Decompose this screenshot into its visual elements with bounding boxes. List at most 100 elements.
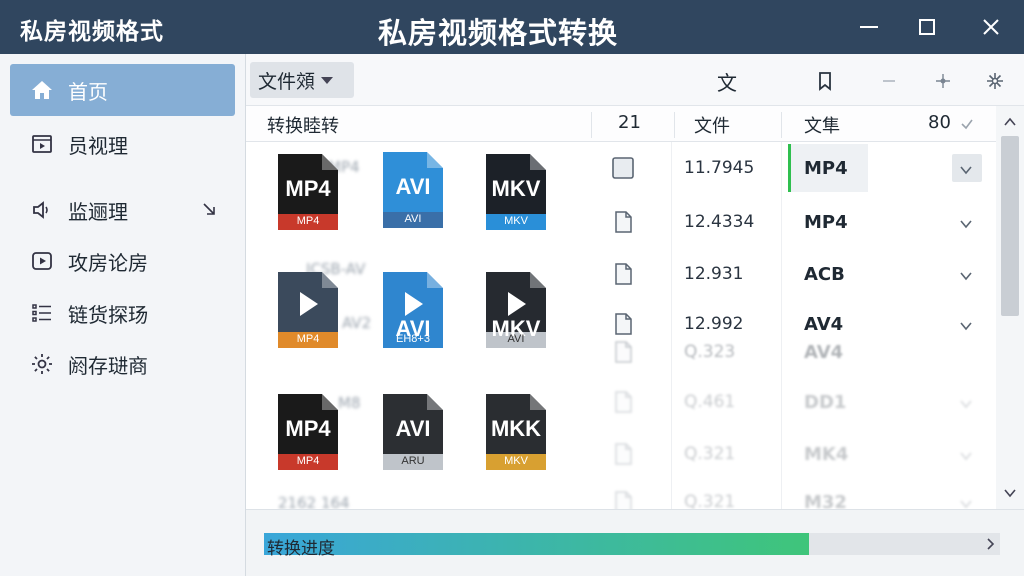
maximize-icon xyxy=(919,19,935,35)
avi-file-icon[interactable]: AVI AVI xyxy=(381,150,445,230)
sidebar-item-label: 链货探玚 xyxy=(68,302,148,327)
expand-arrow-icon xyxy=(203,203,215,215)
row-format[interactable]: AV4 xyxy=(804,314,843,335)
column-extra[interactable]: 80 xyxy=(928,112,951,133)
mp4-file-icon[interactable]: MP4 MP4 xyxy=(276,152,340,232)
maximize-button[interactable] xyxy=(910,10,944,44)
mp4-file-icon[interactable]: MP4 MP4 xyxy=(276,392,340,472)
file-format-label: AVI xyxy=(395,416,431,441)
chevron-down-icon[interactable] xyxy=(958,318,974,334)
column-format[interactable]: 文隼 xyxy=(804,112,840,138)
row-format[interactable]: M32 xyxy=(804,492,847,509)
row-value: Q.321 xyxy=(684,492,736,509)
chevron-down-icon[interactable] xyxy=(958,162,974,178)
row-value: Q.321 xyxy=(684,444,736,464)
row-value: 12.931 xyxy=(684,264,744,284)
check-icon xyxy=(961,119,973,130)
doc-icon[interactable] xyxy=(611,390,635,414)
mkv-video-icon[interactable]: MKV AVI xyxy=(484,270,548,350)
close-button[interactable] xyxy=(974,10,1008,44)
file-list: MP4 JCSB-AV AV2 M8 2162 164 MP4 MP4 AVI AV… xyxy=(246,142,996,509)
row-format[interactable]: DD1 xyxy=(804,392,846,413)
settings-button[interactable] xyxy=(978,64,1012,98)
row-value: Q.323 xyxy=(684,342,736,362)
column-separator xyxy=(674,112,675,138)
mkk-file-icon[interactable]: MKK MKV xyxy=(484,392,548,472)
scroll-up-icon[interactable] xyxy=(1002,114,1018,130)
sparkle-icon xyxy=(936,74,950,88)
sidebar-item-label: 监逦理 xyxy=(68,199,128,224)
scrollbar[interactable] xyxy=(996,106,1024,509)
chevron-down-icon[interactable] xyxy=(958,496,974,509)
row-format[interactable]: ACB xyxy=(804,264,845,285)
row-value: 12.992 xyxy=(684,314,744,334)
chevron-down-icon[interactable] xyxy=(958,396,974,412)
dropdown-label: 文件頝 xyxy=(258,70,316,93)
video-file-icon xyxy=(30,132,54,156)
minus-button[interactable] xyxy=(872,64,906,98)
chevron-down-icon[interactable] xyxy=(958,268,974,284)
chevron-down-icon xyxy=(321,76,334,84)
sidebar-item-settings[interactable]: 阏存琎商 xyxy=(10,338,235,390)
window-title: 私房视频格式转换 xyxy=(378,16,619,50)
sidebar-item-label: 首页 xyxy=(68,79,108,104)
sidebar-item-play[interactable]: 攻房论房 xyxy=(10,235,235,287)
sidebar-item-audio[interactable]: 监逦理 xyxy=(10,184,235,236)
sidebar-item-home[interactable]: 首页 xyxy=(10,64,235,116)
column-file[interactable]: 文件 xyxy=(694,112,730,138)
progress-label: 转换进度 xyxy=(267,539,335,559)
row-format[interactable]: MK4 xyxy=(804,444,848,465)
row-format[interactable]: AV4 xyxy=(804,342,843,363)
row-checkbox[interactable] xyxy=(611,156,635,180)
file-format-label: MP4 xyxy=(285,416,331,441)
column-count[interactable]: 21 xyxy=(618,112,641,133)
row-format[interactable]: MP4 xyxy=(804,212,848,233)
sparkle-button[interactable] xyxy=(926,64,960,98)
progress-bar: 转换进度 xyxy=(264,533,1000,559)
minus-icon xyxy=(883,80,895,82)
toolbar: 文件頝 文 xyxy=(246,54,1024,106)
chevron-down-icon[interactable] xyxy=(958,216,974,232)
mkv-file-icon[interactable]: MKV MKV xyxy=(484,152,548,232)
avi-video-icon[interactable]: AVI EH8+3 xyxy=(381,270,445,350)
file-dropdown[interactable]: 文件頝 xyxy=(250,62,354,98)
minimize-button[interactable] xyxy=(852,10,886,44)
scroll-down-icon[interactable] xyxy=(1002,485,1018,501)
file-format-label: MKV xyxy=(491,176,541,201)
column-convert[interactable]: 转换睦转 xyxy=(267,112,339,138)
sidebar-item-video[interactable]: 员视理 xyxy=(10,118,235,170)
file-sub-label: AVI xyxy=(404,213,422,225)
play-icon xyxy=(30,249,54,273)
column-separator xyxy=(781,112,782,138)
progress-area: 转换进度 xyxy=(246,509,1024,576)
chevron-down-icon[interactable] xyxy=(958,448,974,464)
scrollbar-thumb[interactable] xyxy=(1001,136,1019,316)
doc-icon[interactable] xyxy=(611,340,635,364)
ghost-label: AV2 xyxy=(342,314,372,332)
file-sub-label: MP4 xyxy=(296,455,320,467)
sidebar-item-label: 攻房论房 xyxy=(68,250,148,275)
file-sub-label: MP4 xyxy=(296,215,320,227)
bookmark-button[interactable] xyxy=(808,64,842,98)
chevron-right-icon[interactable] xyxy=(982,536,998,552)
avi-file-icon[interactable]: AVI ARU xyxy=(381,392,445,472)
doc-icon[interactable] xyxy=(611,442,635,466)
row-value: Q.461 xyxy=(684,392,736,412)
ghost-label: M8 xyxy=(338,394,361,412)
doc-icon[interactable] xyxy=(611,312,635,336)
sidebar-item-list[interactable]: 链货探玚 xyxy=(10,287,235,339)
file-format-label: MKK xyxy=(490,416,542,441)
text-button[interactable]: 文 xyxy=(710,64,744,98)
row-format[interactable]: MP4 xyxy=(804,158,848,179)
mp4-video-icon[interactable]: MP4 xyxy=(276,270,340,350)
doc-icon[interactable] xyxy=(611,210,635,234)
minimize-icon xyxy=(860,26,878,28)
row-value: 11.7945 xyxy=(684,158,755,178)
row-value: 12.4334 xyxy=(684,212,755,232)
file-sub-label: MKV xyxy=(504,215,528,227)
doc-icon[interactable] xyxy=(611,262,635,286)
ghost-label: 2162 164 xyxy=(278,494,350,509)
doc-icon[interactable] xyxy=(611,490,635,509)
file-sub-label: AVI xyxy=(507,333,525,345)
settings-icon xyxy=(987,73,1003,89)
